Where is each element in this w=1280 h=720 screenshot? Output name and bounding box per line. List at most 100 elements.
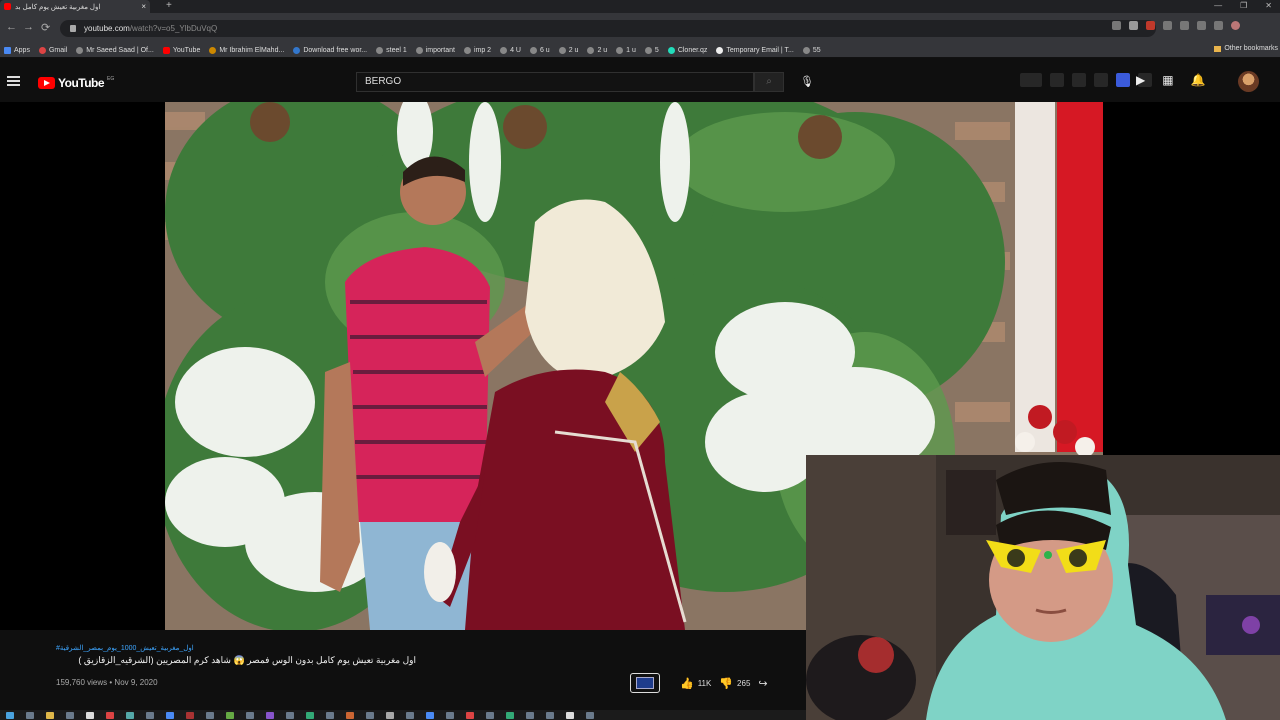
grid-icon[interactable]: [1094, 73, 1108, 87]
taskbar-app-icon[interactable]: [386, 711, 394, 719]
taskbar-app-icon[interactable]: [186, 711, 194, 719]
bookmark-item[interactable]: Mr Saeed Saad | Of...: [76, 46, 154, 54]
taskbar-app-icon[interactable]: [566, 711, 574, 719]
taskbar-app-icon[interactable]: [206, 711, 214, 719]
extension-icon[interactable]: [1050, 73, 1064, 87]
taskbar-app-icon[interactable]: [26, 711, 34, 719]
taskbar-app-icon[interactable]: [506, 711, 514, 719]
taskbar-app-icon[interactable]: [366, 711, 374, 719]
taskbar-app-icon[interactable]: [246, 711, 254, 719]
shield-icon[interactable]: [1163, 21, 1172, 30]
taskbar-app-icon[interactable]: [306, 711, 314, 719]
taskbar-app-icon[interactable]: [166, 711, 174, 719]
taskbar-app-icon[interactable]: [286, 711, 294, 719]
taskbar-app-icon[interactable]: [466, 711, 474, 719]
bookmark-item[interactable]: 1 u: [616, 46, 636, 54]
profile-icon[interactable]: [1231, 21, 1240, 30]
bookmark-item[interactable]: Cloner.qz: [667, 46, 707, 54]
bookmark-item[interactable]: Gmail: [38, 46, 67, 54]
browser-tab-active[interactable]: اول مغربية تعيش يوم كامل بد ×: [0, 0, 150, 13]
new-tab-button[interactable]: +: [166, 0, 172, 12]
menu-icon[interactable]: [7, 76, 20, 86]
maximize-button[interactable]: ❐: [1240, 0, 1247, 12]
bookmark-item[interactable]: Apps: [4, 46, 30, 54]
like-button[interactable]: 👍 11K: [680, 677, 711, 690]
avatar[interactable]: [1238, 71, 1259, 92]
address-bar[interactable]: youtube.com /watch?v=o5_YlbDuVqQ: [60, 20, 1156, 37]
bookmark-favicon-icon: [667, 46, 675, 54]
bookmark-item[interactable]: 55: [802, 46, 821, 54]
taskbar-app-icon[interactable]: [326, 711, 334, 719]
extension-icon[interactable]: [1146, 21, 1155, 30]
bookmark-item[interactable]: important: [415, 46, 455, 54]
globe-icon: [529, 46, 537, 54]
extension-icon[interactable]: [1072, 73, 1086, 87]
bookmark-item[interactable]: 2 u: [587, 46, 607, 54]
share-button[interactable]: ↪: [758, 677, 767, 690]
microphone-icon[interactable]: 🎙: [800, 75, 814, 88]
bookmark-item[interactable]: 4 U: [500, 46, 521, 54]
create-video-icon[interactable]: ▶︎: [1136, 73, 1145, 87]
youtube-icon: [162, 46, 170, 54]
close-window-button[interactable]: ✕: [1265, 0, 1272, 12]
taskbar-app-icon[interactable]: [546, 711, 554, 719]
picture-in-picture-button[interactable]: [630, 673, 660, 693]
taskbar-app-icon[interactable]: [406, 711, 414, 719]
taskbar-app-icon[interactable]: [226, 711, 234, 719]
back-arrow-icon[interactable]: ←: [6, 21, 17, 33]
bookmark-item[interactable]: 2 u: [558, 46, 578, 54]
video-title: اول مغربية تعيش يوم كامل بدون الوس فمصر …: [78, 655, 416, 665]
youtube-logo[interactable]: YouTube EG: [38, 76, 114, 90]
other-bookmarks[interactable]: Other bookmarks: [1214, 45, 1278, 52]
taskbar-app-icon[interactable]: [126, 711, 134, 719]
taskbar-app-icon[interactable]: [266, 711, 274, 719]
taskbar-app-icon[interactable]: [86, 711, 94, 719]
bookmark-item[interactable]: Temporary Email | T...: [716, 46, 794, 54]
download-icon[interactable]: [1112, 21, 1121, 30]
dislike-count: 265: [737, 678, 751, 688]
reading-list-icon[interactable]: [1197, 21, 1206, 30]
share-arrow-icon: ↪: [758, 677, 768, 690]
like-count: 11K: [697, 678, 712, 688]
taskbar-app-icon[interactable]: [446, 711, 454, 719]
bookmark-item[interactable]: imp 2: [463, 46, 491, 54]
os-taskbar: [0, 710, 806, 720]
globe-icon: [500, 46, 508, 54]
notifications-bell-icon[interactable]: 🔔: [1191, 73, 1206, 87]
taskbar-app-icon[interactable]: [426, 711, 434, 719]
apps-grid-icon[interactable]: ▦: [1162, 73, 1173, 87]
extension-controls: [1020, 73, 1152, 87]
bookmark-item[interactable]: Download free wor...: [293, 46, 367, 54]
taskbar-app-icon[interactable]: [346, 711, 354, 719]
taskbar-app-icon[interactable]: [486, 711, 494, 719]
bookmark-item[interactable]: 5: [644, 46, 659, 54]
minimize-button[interactable]: —: [1214, 0, 1222, 12]
taskbar-app-icon[interactable]: [146, 711, 154, 719]
star-icon[interactable]: [1129, 21, 1138, 30]
extension-icon[interactable]: [1116, 73, 1130, 87]
taskbar-app-icon[interactable]: [586, 711, 594, 719]
bookmark-item[interactable]: 6 u: [529, 46, 550, 54]
bookmark-item[interactable]: Mr Ibrahim ElMahd...: [209, 46, 284, 54]
globe-icon: [376, 46, 384, 54]
bookmark-item[interactable]: steel 1: [376, 46, 407, 54]
tab-close-icon[interactable]: ×: [141, 2, 146, 11]
reload-icon[interactable]: ⟳: [41, 21, 50, 34]
video-hashtags[interactable]: #اول_مغربية_تعيش_1000_يوم_بمصر_الشرقية: [56, 644, 194, 652]
webcam-overlay: [806, 455, 1280, 720]
windows-start-icon[interactable]: [6, 711, 14, 719]
cast-icon[interactable]: [1214, 21, 1223, 30]
bookmark-favicon-icon: [76, 46, 84, 54]
bookmark-item[interactable]: YouTube: [162, 46, 200, 54]
forward-arrow-icon[interactable]: →: [23, 21, 34, 33]
dislike-button[interactable]: 👎 265: [719, 677, 750, 690]
extension-icon[interactable]: [1020, 73, 1042, 87]
search-icon[interactable]: ⌕: [754, 72, 784, 92]
taskbar-app-icon[interactable]: [106, 711, 114, 719]
taskbar-app-icon[interactable]: [66, 711, 74, 719]
globe-icon: [616, 46, 624, 54]
taskbar-app-icon[interactable]: [46, 711, 54, 719]
puzzle-icon[interactable]: [1180, 21, 1189, 30]
search-input[interactable]: BERGO: [356, 72, 754, 92]
taskbar-app-icon[interactable]: [526, 711, 534, 719]
